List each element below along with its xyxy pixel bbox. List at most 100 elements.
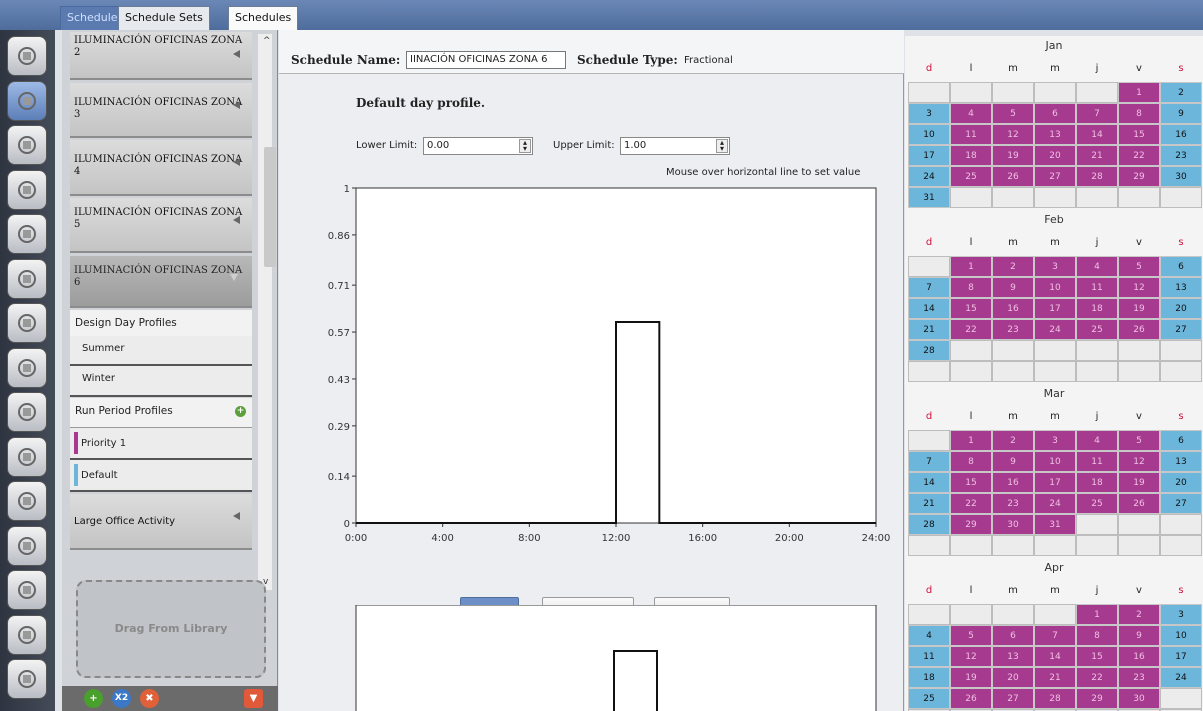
calendar-day-cell[interactable]: 13 <box>1160 451 1202 472</box>
calendar-day-cell[interactable] <box>992 340 1034 361</box>
day-profile-chart[interactable]: 0 0.14 0.29 0.43 0.57 0.71 0.86 1 0:00 4:00 8:00 12… <box>279 180 904 560</box>
calendar-day-cell[interactable]: 2 <box>992 430 1034 451</box>
purge-icon[interactable]: ▼ <box>244 689 263 708</box>
calendar-day-cell[interactable] <box>1160 514 1202 535</box>
calendar-day-cell[interactable]: 15 <box>1118 124 1160 145</box>
calendar-day-cell[interactable]: 20 <box>1034 145 1076 166</box>
calendar-day-cell[interactable] <box>1118 340 1160 361</box>
scroll-up-icon[interactable]: ^ <box>263 36 271 46</box>
calendar-day-cell[interactable]: 26 <box>1118 493 1160 514</box>
calendar-day-cell[interactable] <box>1160 187 1202 208</box>
calendar-day-cell[interactable]: 20 <box>1160 472 1202 493</box>
copy-icon[interactable]: X2 <box>112 689 131 708</box>
calendar-day-cell[interactable]: 10 <box>1034 451 1076 472</box>
calendar-day-cell[interactable]: 2 <box>1160 82 1202 103</box>
calendar-day-cell[interactable]: 28 <box>908 340 950 361</box>
calendar-day-cell[interactable]: 13 <box>992 646 1034 667</box>
calendar-day-cell[interactable]: 30 <box>1118 688 1160 709</box>
schedule-item[interactable]: Large Office Activity <box>70 494 252 550</box>
calendar-day-cell[interactable]: 4 <box>1076 430 1118 451</box>
calendar-day-cell[interactable]: 15 <box>950 298 992 319</box>
calendar-day-cell[interactable]: 3 <box>908 103 950 124</box>
calendar-day-cell[interactable] <box>1118 187 1160 208</box>
calendar-day-cell[interactable] <box>908 82 950 103</box>
schedule-item[interactable]: ILUMINACIÓN OFICINAS ZONA 4 <box>70 140 252 196</box>
calendar-day-cell[interactable]: 6 <box>1160 430 1202 451</box>
calendar-day-cell[interactable]: 4 <box>1076 256 1118 277</box>
site-icon[interactable] <box>7 36 47 76</box>
calendar-day-cell[interactable]: 18 <box>1076 298 1118 319</box>
calendar-day-cell[interactable]: 14 <box>1076 124 1118 145</box>
calendar-day-cell[interactable]: 27 <box>992 688 1034 709</box>
calendar-day-cell[interactable]: 29 <box>950 514 992 535</box>
calendar-day-cell[interactable]: 12 <box>950 646 992 667</box>
building-summary-icon[interactable] <box>7 436 47 477</box>
calendar-day-cell[interactable]: 9 <box>992 277 1034 298</box>
calendar-day-cell[interactable]: 14 <box>908 472 950 493</box>
calendar-day-cell[interactable]: 31 <box>1034 514 1076 535</box>
calendar-day-cell[interactable]: 29 <box>1118 166 1160 187</box>
calendar-day-cell[interactable]: 1 <box>1076 604 1118 625</box>
calendar-day-cell[interactable] <box>908 604 950 625</box>
calendar-day-cell[interactable]: 22 <box>1076 667 1118 688</box>
calendar-day-cell[interactable]: 26 <box>950 688 992 709</box>
schedule-item[interactable]: ILUMINACIÓN OFICINAS ZONA 2 <box>70 32 252 80</box>
collapse-arrow-icon[interactable] <box>233 101 240 109</box>
calendar-day-cell[interactable] <box>950 535 992 556</box>
calendar-day-cell[interactable]: 19 <box>1118 472 1160 493</box>
calendar-day-cell[interactable]: 14 <box>908 298 950 319</box>
calendar-day-cell[interactable]: 9 <box>1160 103 1202 124</box>
calendar-day-cell[interactable]: 21 <box>908 493 950 514</box>
calendar-day-cell[interactable]: 2 <box>1118 604 1160 625</box>
calendar-day-cell[interactable] <box>950 187 992 208</box>
calendar-day-cell[interactable] <box>1160 688 1202 709</box>
calendar-day-cell[interactable] <box>992 361 1034 382</box>
calendar-day-cell[interactable]: 23 <box>992 319 1034 340</box>
summer-profile-item[interactable]: Summer <box>70 336 252 366</box>
calendar-day-cell[interactable] <box>908 535 950 556</box>
calendar-day-cell[interactable]: 10 <box>1160 625 1202 646</box>
calendar-day-cell[interactable]: 12 <box>1118 277 1160 298</box>
calendar-day-cell[interactable]: 26 <box>992 166 1034 187</box>
calendar-day-cell[interactable]: 28 <box>1076 166 1118 187</box>
calendar-day-cell[interactable] <box>1034 535 1076 556</box>
calendar-day-cell[interactable]: 24 <box>1160 667 1202 688</box>
calendar-day-cell[interactable]: 16 <box>1160 124 1202 145</box>
remove-icon[interactable]: ✖ <box>140 689 159 708</box>
calendar-day-cell[interactable]: 24 <box>1034 493 1076 514</box>
calendar-day-cell[interactable]: 5 <box>1118 430 1160 451</box>
calendar-day-cell[interactable]: 30 <box>1160 166 1202 187</box>
calendar-day-cell[interactable]: 23 <box>992 493 1034 514</box>
calendar-day-cell[interactable]: 12 <box>1118 451 1160 472</box>
schedules-icon[interactable] <box>7 80 47 121</box>
calendar-day-cell[interactable]: 25 <box>1076 319 1118 340</box>
calendar-day-cell[interactable]: 24 <box>908 166 950 187</box>
spaces-icon[interactable] <box>7 303 47 343</box>
calendar-day-cell[interactable] <box>1076 82 1118 103</box>
drag-from-library-zone[interactable]: Drag From Library <box>76 580 266 678</box>
calendar-day-cell[interactable]: 10 <box>908 124 950 145</box>
calendar-day-cell[interactable]: 31 <box>908 187 950 208</box>
calendar-day-cell[interactable]: 5 <box>992 103 1034 124</box>
priority-profile-item[interactable]: Priority 1 <box>70 428 252 460</box>
calendar-day-cell[interactable] <box>1034 361 1076 382</box>
calendar-day-cell[interactable]: 14 <box>1034 646 1076 667</box>
calendar-day-cell[interactable] <box>1076 535 1118 556</box>
calendar-day-cell[interactable] <box>1160 340 1202 361</box>
scripts-icon[interactable] <box>7 570 47 610</box>
calendar-day-cell[interactable] <box>950 604 992 625</box>
calendar-day-cell[interactable] <box>908 256 950 277</box>
calendar-day-cell[interactable]: 18 <box>950 145 992 166</box>
calendar-day-cell[interactable]: 22 <box>950 493 992 514</box>
calendar-day-cell[interactable]: 25 <box>908 688 950 709</box>
calendar-day-cell[interactable] <box>1034 604 1076 625</box>
calendar-day-cell[interactable]: 1 <box>1118 82 1160 103</box>
calendar-day-cell[interactable]: 15 <box>1076 646 1118 667</box>
calendar-day-cell[interactable]: 6 <box>1034 103 1076 124</box>
add-icon[interactable]: + <box>84 689 103 708</box>
thermal-zones-icon[interactable] <box>7 347 47 388</box>
spinner-icon[interactable]: ▴ ▾ <box>716 139 728 153</box>
calendar-day-cell[interactable] <box>1118 361 1160 382</box>
schedule-item[interactable]: ILUMINACIÓN OFICINAS ZONA 3 <box>70 83 252 138</box>
calendar-day-cell[interactable]: 4 <box>908 625 950 646</box>
